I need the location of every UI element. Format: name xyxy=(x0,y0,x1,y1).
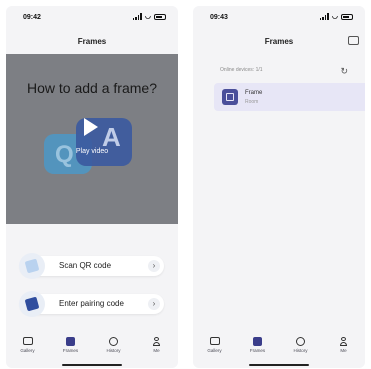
device-name: Frame xyxy=(245,90,263,96)
battery-icon xyxy=(154,13,166,20)
device-room: Room xyxy=(245,99,259,105)
tab-bar: Gallery Frames History Me xyxy=(193,336,365,362)
frame-device-icon xyxy=(222,89,238,105)
refresh-icon[interactable]: ↻ xyxy=(340,66,348,77)
wifi-icon: ◡ xyxy=(331,13,338,20)
gallery-icon xyxy=(209,337,220,345)
tab-gallery[interactable]: Gallery xyxy=(13,336,43,362)
tab-bar: Gallery Frames History Me xyxy=(6,336,178,362)
status-time: 09:43 xyxy=(210,14,228,21)
status-bar: 09:42 ◡ xyxy=(6,6,178,28)
history-icon xyxy=(109,336,118,346)
frames-icon xyxy=(66,336,75,346)
play-icon[interactable] xyxy=(84,118,98,136)
tab-me[interactable]: Me xyxy=(142,336,172,362)
pairing-code-icon xyxy=(19,291,45,317)
manage-frames-icon[interactable] xyxy=(348,36,359,45)
screen-frames-list: 09:43 ◡ Frames Online devices: 1/1 ↻ Fra… xyxy=(193,6,365,368)
play-video-label: Play video xyxy=(75,148,109,155)
tab-frames[interactable]: Frames xyxy=(56,336,86,362)
device-card[interactable]: Frame Room xyxy=(214,83,365,111)
signal-icon xyxy=(319,13,329,20)
enter-pairing-code-label: Enter pairing code xyxy=(59,299,124,308)
chevron-right-icon: › xyxy=(148,260,160,272)
status-time: 09:42 xyxy=(23,14,41,21)
tab-history[interactable]: History xyxy=(99,336,129,362)
status-bar: 09:43 ◡ xyxy=(193,6,365,28)
screen-add-frame: 09:42 ◡ Frames How to add a frame? Q A P… xyxy=(6,6,178,368)
tab-me[interactable]: Me xyxy=(329,336,359,362)
chevron-right-icon: › xyxy=(148,298,160,310)
hero-title: How to add a frame? xyxy=(27,80,157,96)
tab-frames[interactable]: Frames xyxy=(243,336,273,362)
online-devices-count: Online devices: 1/1 xyxy=(220,67,263,73)
scan-qr-code-label: Scan QR code xyxy=(59,261,112,270)
signal-icon xyxy=(132,13,142,20)
qr-scan-icon xyxy=(19,253,45,279)
me-icon xyxy=(153,336,160,346)
frames-icon xyxy=(253,336,262,346)
tutorial-video[interactable]: How to add a frame? Q A Play video xyxy=(6,54,178,224)
home-indicator xyxy=(62,364,122,366)
home-indicator xyxy=(249,364,309,366)
gallery-icon xyxy=(22,337,33,345)
page-title: Frames xyxy=(77,37,107,46)
wifi-icon: ◡ xyxy=(144,13,151,20)
page-title: Frames xyxy=(264,37,294,46)
tab-history[interactable]: History xyxy=(286,336,316,362)
enter-pairing-code-button[interactable]: Enter pairing code › xyxy=(19,291,164,317)
history-icon xyxy=(296,336,305,346)
battery-icon xyxy=(341,13,353,20)
me-icon xyxy=(340,336,347,346)
tab-gallery[interactable]: Gallery xyxy=(200,336,230,362)
scan-qr-code-button[interactable]: Scan QR code › xyxy=(19,253,164,279)
